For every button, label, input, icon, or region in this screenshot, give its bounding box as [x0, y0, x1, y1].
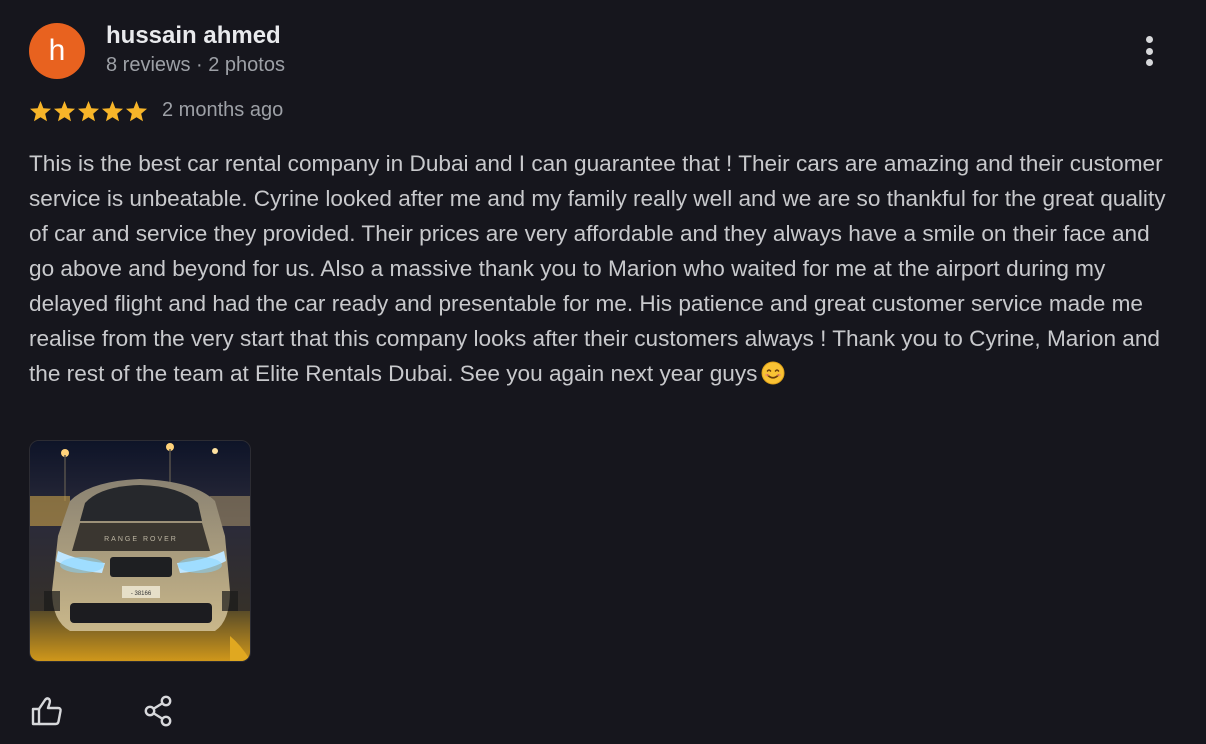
review-photo[interactable]: RANGE ROVER - 38166: [29, 440, 251, 662]
reviewer-meta: 8 reviews · 2 photos: [106, 54, 285, 76]
review-date: 2 months ago: [162, 99, 284, 121]
review-card: h hussain ahmed 8 reviews · 2 photos 2 m…: [0, 0, 1206, 744]
star-icon: [77, 100, 100, 121]
more-vertical-icon: [1145, 36, 1153, 43]
avatar[interactable]: h: [29, 23, 85, 79]
share-button[interactable]: [140, 692, 178, 730]
star-icon: [125, 100, 148, 121]
more-vertical-icon-dot: [1145, 47, 1153, 55]
reviewer-name[interactable]: hussain ahmed: [106, 22, 281, 50]
star-icon: [101, 100, 124, 121]
more-vertical-icon-dot: [1145, 59, 1153, 66]
review-text-block: This is the best car rental company in D…: [29, 146, 1179, 395]
star-icon: [29, 100, 52, 121]
svg-text:RANGE ROVER: RANGE ROVER: [104, 536, 178, 543]
rating-row: 2 months ago: [29, 99, 283, 122]
more-options-button[interactable]: [1134, 34, 1164, 68]
star-icon: [53, 100, 76, 121]
star-rating: [29, 100, 148, 122]
like-button[interactable]: [28, 692, 66, 730]
thumbs-up-icon: [31, 697, 62, 726]
smiling-face-emoji-icon: [761, 360, 785, 395]
svg-text:- 38166: - 38166: [131, 591, 152, 597]
review-text: This is the best car rental company in D…: [29, 151, 1166, 386]
share-icon: [144, 695, 172, 727]
